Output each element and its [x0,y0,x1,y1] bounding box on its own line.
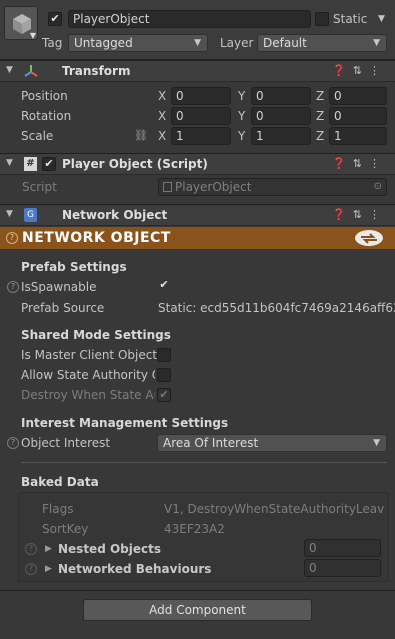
is-spawnable-label: IsSpawnable [21,280,97,294]
axis-x-label[interactable]: X [158,88,166,104]
networked-behaviours-count-field: 0 [304,559,381,577]
is-spawnable-checkbox[interactable]: ✔ [157,279,171,293]
gameobject-cube-icon[interactable]: ▼ [4,6,38,40]
axis-z-label[interactable]: Z [316,88,324,104]
shared-mode-heading: Shared Mode Settings [21,328,171,342]
transform-row-label: Scale [21,129,54,143]
destroy-when-state-label: Destroy When State Aut [21,388,155,402]
script-reference-field[interactable]: PlayerObject ⊙ [158,178,387,196]
transform-z-field[interactable]: 0 [329,107,387,125]
axis-z-label[interactable]: Z [316,108,324,124]
layer-dropdown[interactable]: Default ▼ [257,34,387,52]
script-reference-value: PlayerObject [175,180,252,194]
axis-y-label[interactable]: Y [238,88,245,104]
gameobject-header: ▼ ✔ PlayerObject Static ▼ Tag Untagged ▼ … [0,0,395,60]
help-icon[interactable]: ? [25,563,37,575]
axis-x-label[interactable]: X [158,108,166,124]
script-enabled-checkbox[interactable]: ✔ [42,157,56,171]
script-component-header[interactable]: ▼ # ✔ Player Object (Script) ❓⇅⋮ [0,153,395,175]
transform-y-field[interactable]: 0 [251,87,311,105]
transform-x-field[interactable]: 1 [171,127,231,145]
script-component-title: Player Object (Script) [62,157,208,171]
tag-dropdown[interactable]: Untagged ▼ [68,34,208,52]
object-interest-value: Area Of Interest [163,436,259,450]
chevron-down-icon: ▼ [373,438,380,448]
chevron-down-icon: ▼ [373,38,380,48]
transform-z-field[interactable]: 1 [329,127,387,145]
object-interest-dropdown[interactable]: Area Of Interest ▼ [157,434,387,452]
master-client-label: Is Master Client Object [21,348,158,362]
gameobject-name-input[interactable]: PlayerObject [68,10,311,28]
transform-y-field[interactable]: 1 [251,127,311,145]
flags-label: Flags [42,502,74,516]
network-object-banner: ? NETWORK OBJECT [0,227,395,249]
divider [0,590,395,591]
transform-title: Transform [62,64,131,78]
tag-value: Untagged [74,36,133,50]
foldout-arrow-icon[interactable]: ▼ [6,158,13,168]
script-file-icon: # [24,157,37,171]
object-picker-icon[interactable]: ⊙ [374,179,382,195]
divider [21,462,387,463]
prefab-settings-heading: Prefab Settings [21,260,127,274]
help-icon[interactable]: ? [7,437,19,449]
component-menu-icons[interactable]: ❓⇅⋮ [332,208,387,221]
layer-label: Layer [220,36,254,50]
static-label: Static [333,12,368,26]
network-object-icon: G [24,208,37,222]
axis-y-label[interactable]: Y [238,108,245,124]
transform-icon [24,64,38,81]
networked-behaviours-label[interactable]: Networked Behaviours [58,561,211,577]
help-icon[interactable]: ? [6,232,18,244]
chevron-down-icon: ▼ [194,38,201,48]
network-object-banner-title: NETWORK OBJECT [22,230,171,246]
allow-state-authority-checkbox[interactable] [157,368,171,382]
destroy-when-state-checkbox: ✔ [157,388,171,402]
tag-label: Tag [42,36,63,50]
object-interest-label: Object Interest [21,436,111,450]
transform-row-label: Rotation [21,109,72,123]
script-small-icon [163,182,172,192]
foldout-arrow-icon[interactable]: ▶ [45,541,52,557]
foldout-arrow-icon[interactable]: ▼ [6,65,13,75]
transform-z-field[interactable]: 0 [329,87,387,105]
foldout-arrow-icon[interactable]: ▼ [6,209,13,219]
network-object-header[interactable]: ▼ G Network Object ❓⇅⋮ [0,204,395,226]
axis-z-label[interactable]: Z [316,128,324,144]
add-component-button[interactable]: Add Component [83,599,312,621]
sortkey-value: 43EF23A2 [164,522,225,536]
transform-y-field[interactable]: 0 [251,107,311,125]
chevron-down-icon: ▼ [29,31,36,40]
prefab-source-value: Static: ecd55d11b604fc7469a2146aff62 [158,301,395,315]
script-label: Script [22,180,57,194]
nested-objects-label[interactable]: Nested Objects [58,541,161,557]
transform-x-field[interactable]: 0 [171,87,231,105]
layer-value: Default [263,36,307,50]
allow-state-authority-label: Allow State Authority Ov [21,368,155,382]
help-icon[interactable]: ? [7,281,19,293]
constrain-proportions-icon[interactable]: ⛓ [134,128,148,144]
component-menu-icons[interactable]: ❓⇅⋮ [332,157,387,170]
static-checkbox[interactable] [315,12,329,26]
sortkey-label: SortKey [42,522,89,536]
help-icon[interactable]: ? [25,543,37,555]
transform-row-label: Position [21,89,68,103]
nested-objects-count-field: 0 [304,539,381,557]
transform-x-field[interactable]: 0 [171,107,231,125]
baked-data-box: Flags V1, DestroyWhenStateAuthorityLeave… [18,492,389,582]
baked-data-heading: Baked Data [21,475,99,489]
flags-value: V1, DestroyWhenStateAuthorityLeaves [164,502,384,516]
axis-x-label[interactable]: X [158,128,166,144]
master-client-checkbox[interactable] [157,348,171,362]
prefab-source-label: Prefab Source [21,301,105,315]
interest-management-heading: Interest Management Settings [21,416,229,430]
fusion-logo-icon [354,229,384,250]
foldout-arrow-icon[interactable]: ▶ [45,561,52,577]
component-menu-icons[interactable]: ❓⇅⋮ [332,64,387,77]
static-dropdown-arrow[interactable]: ▼ [378,11,385,27]
axis-y-label[interactable]: Y [238,128,245,144]
transform-header[interactable]: ▼ Transform ❓⇅⋮ [0,60,395,82]
network-object-title: Network Object [62,208,168,222]
gameobject-active-checkbox[interactable]: ✔ [48,12,62,26]
